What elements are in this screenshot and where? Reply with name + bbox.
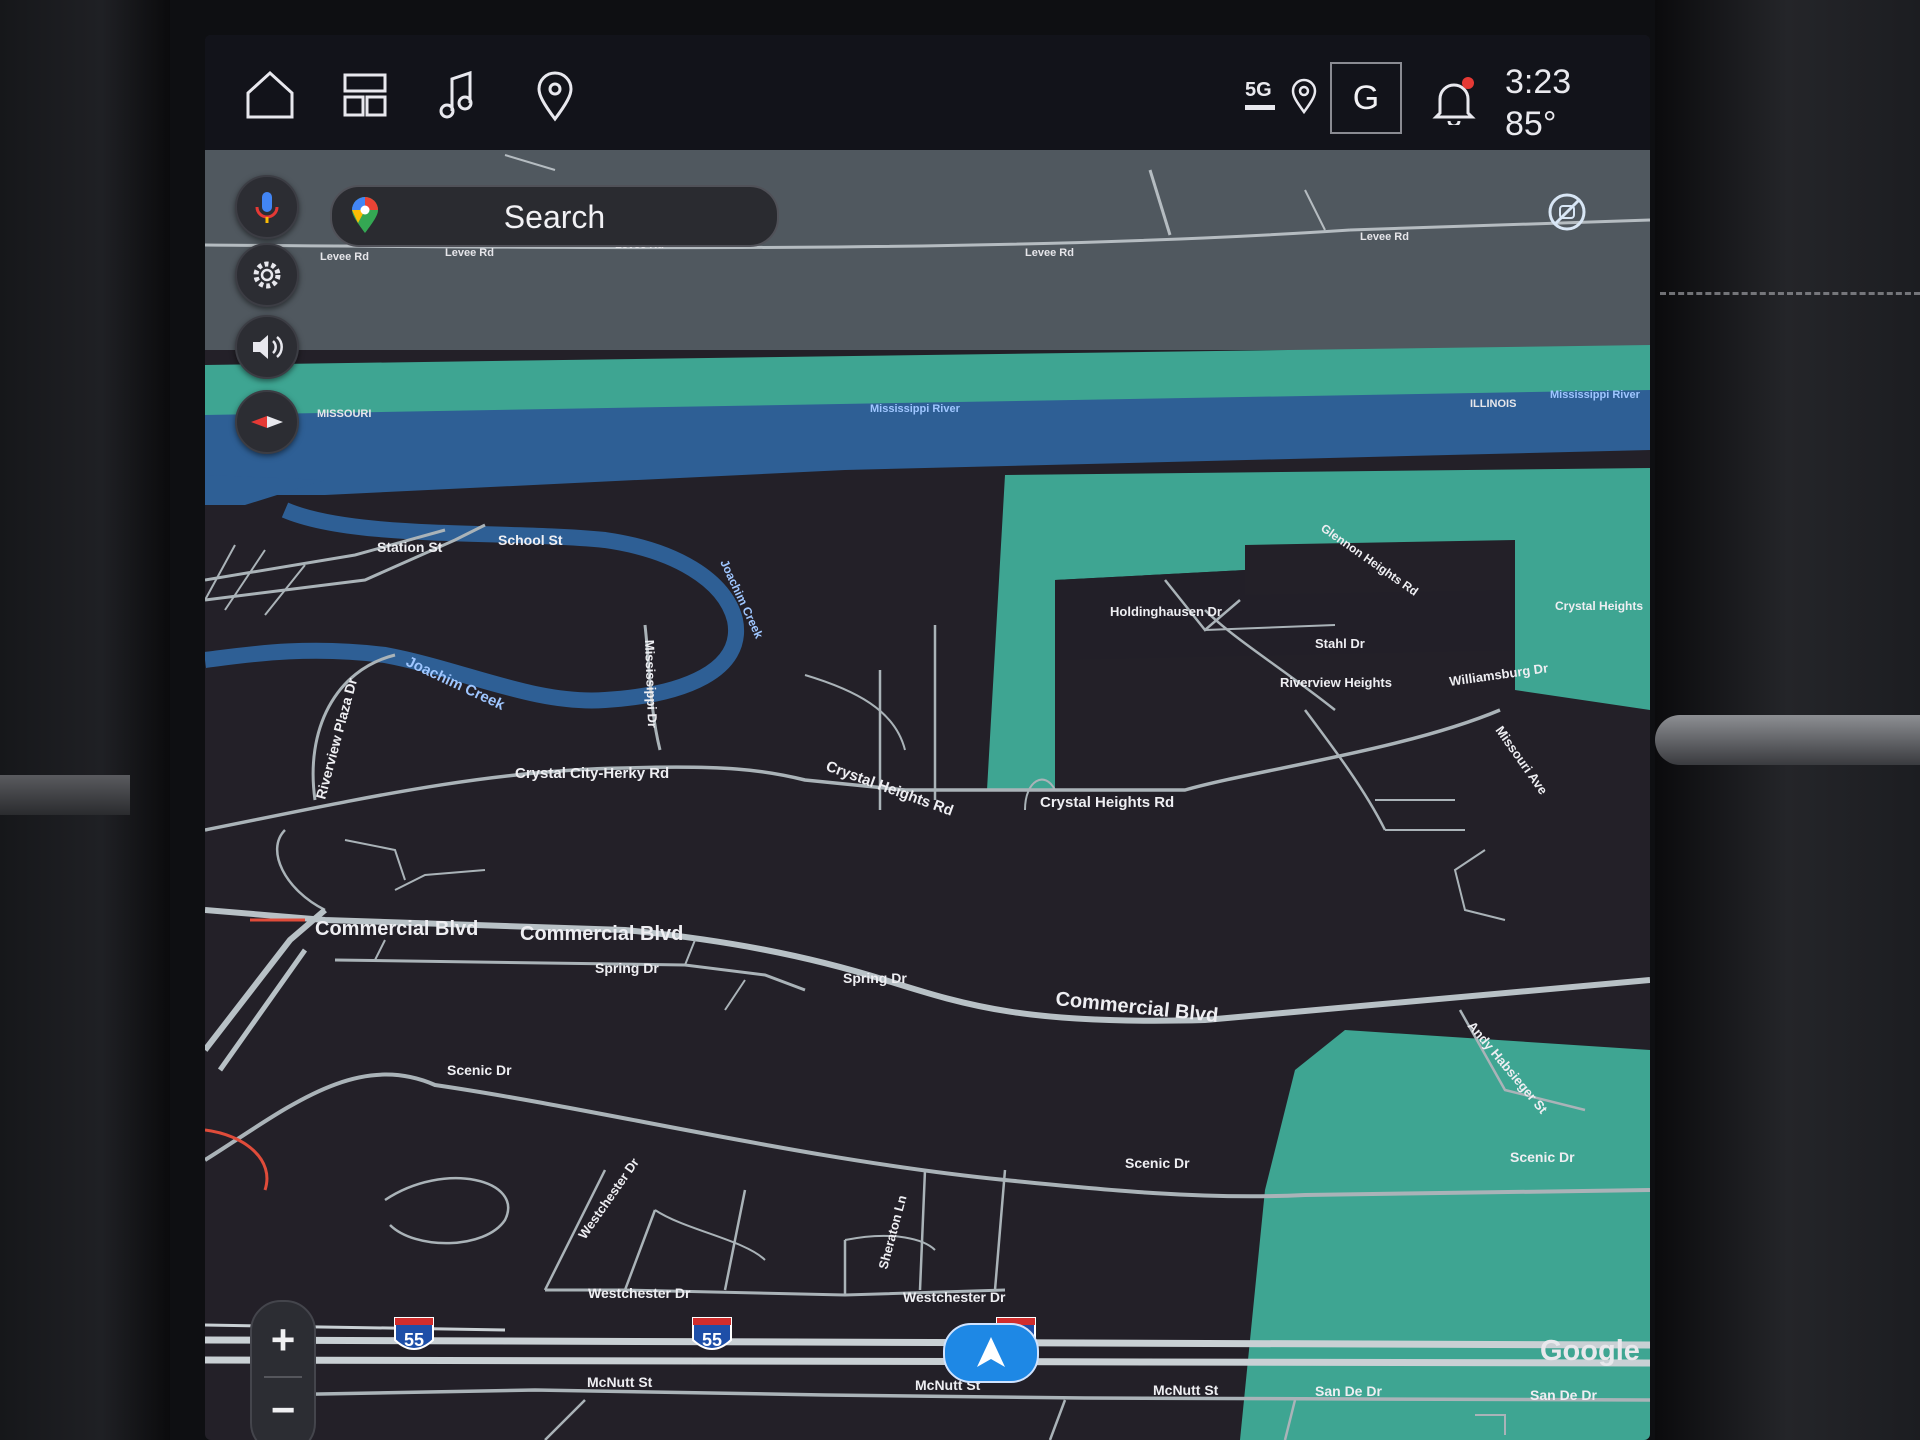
settings-button[interactable] [235,243,299,307]
compass-button[interactable] [235,390,299,454]
dashboard-left-chrome-strip [0,775,130,815]
google-attribution: Google [1540,1335,1640,1367]
gear-icon [253,261,281,289]
dashboard-right-chrome-strip [1655,715,1920,765]
svg-text:55: 55 [702,1330,722,1350]
label-levee-rd-4: Levee Rd [1025,247,1074,259]
label-levee-rd-1: Levee Rd [320,251,369,263]
label-crystal-heights-rd-2: Crystal Heights Rd [1040,794,1174,811]
location-pin-icon[interactable] [525,65,585,125]
search-bar[interactable]: Search [330,185,779,247]
label-san-de-dr-1: San De Dr [1315,1383,1382,1399]
label-scenic-dr-1: Scenic Dr [447,1062,512,1078]
outside-temperature: 85° [1505,105,1557,143]
account-button[interactable]: G [1330,62,1402,134]
zoom-in-button[interactable]: + [252,1316,314,1364]
label-westchester-dr-3: Westchester Dr [903,1289,1006,1305]
dashboard-stitching [1660,292,1920,299]
label-mcnutt-st-3: McNutt St [1153,1382,1219,1398]
network-indicator: 5G [1245,79,1272,101]
label-school-st: School St [498,532,563,548]
label-crystal-city-herky-rd: Crystal City-Herky Rd [515,765,669,782]
map-canvas[interactable]: 55 55 55 Levee Rd Levee Rd Levee Rd Waln… [205,150,1650,1440]
label-commercial-blvd-2: Commercial Blvd [520,923,683,945]
dashboard-left-trim [0,0,170,1440]
label-mississippi-dr: Mississippi Dr [642,640,660,729]
label-westchester-dr-1: Westchester Dr [575,1155,642,1242]
recenter-navigation-button[interactable] [943,1323,1039,1383]
label-stahl-dr: Stahl Dr [1315,636,1365,651]
label-station-st: Station St [377,539,443,555]
infotainment-screen: 55 55 55 Levee Rd Levee Rd Levee Rd Waln… [205,35,1650,1440]
zoom-divider [264,1376,302,1378]
label-scenic-dr-2: Scenic Dr [1125,1155,1190,1171]
label-mcnutt-st-1: McNutt St [587,1374,653,1390]
label-mississippi-river-2: Mississippi River [1550,389,1641,401]
audio-guidance-button[interactable] [235,315,299,379]
zoom-control: + − [250,1300,316,1440]
label-westchester-dr-2: Westchester Dr [588,1285,691,1301]
interstate-55-shield-2: 55 [692,1317,732,1350]
label-holdinghausen-dr: Holdinghausen Dr [1110,604,1222,619]
label-missouri-ave: Missouri Ave [1493,723,1551,797]
label-spring-dr-2: Spring Dr [843,970,907,986]
label-scenic-dr-3: Scenic Dr [1510,1149,1575,1165]
label-missouri: MISSOURI [317,408,371,420]
music-note-icon[interactable] [430,65,490,125]
microphone-icon [255,192,279,223]
label-levee-rd-2: Levee Rd [445,247,494,259]
top-status-bar: 5G G 3:23 85° [205,35,1650,150]
label-crystal-heights: Crystal Heights [1555,599,1643,613]
gps-icon [1287,75,1321,115]
speaker-icon [253,335,283,359]
notification-bell-icon[interactable] [1430,75,1478,128]
label-riverview-heights: Riverview Heights [1280,675,1392,690]
label-sheraton-ln: Sheraton Ln [875,1194,909,1271]
label-spring-dr-1: Spring Dr [595,960,659,976]
clock: 3:23 [1505,63,1572,101]
traffic-layer-off-icon[interactable] [1545,190,1589,234]
label-san-de-dr-2: San De Dr [1530,1387,1597,1403]
label-mississippi-river: Mississippi River [870,403,961,415]
signal-strength-bar [1245,105,1275,110]
label-levee-rd-5: Levee Rd [1360,231,1409,243]
zoom-out-button[interactable]: − [252,1386,314,1434]
navigation-arrow-icon [977,1337,1005,1367]
interstate-55-shield-1: 55 [394,1317,434,1350]
voice-search-button[interactable] [235,175,299,239]
label-commercial-blvd-1: Commercial Blvd [315,918,478,940]
home-icon[interactable] [240,65,300,125]
svg-text:55: 55 [404,1330,424,1350]
compass-icon [251,416,283,428]
apps-grid-icon[interactable] [335,65,395,125]
label-illinois: ILLINOIS [1470,398,1516,410]
search-placeholder: Search [503,199,606,235]
